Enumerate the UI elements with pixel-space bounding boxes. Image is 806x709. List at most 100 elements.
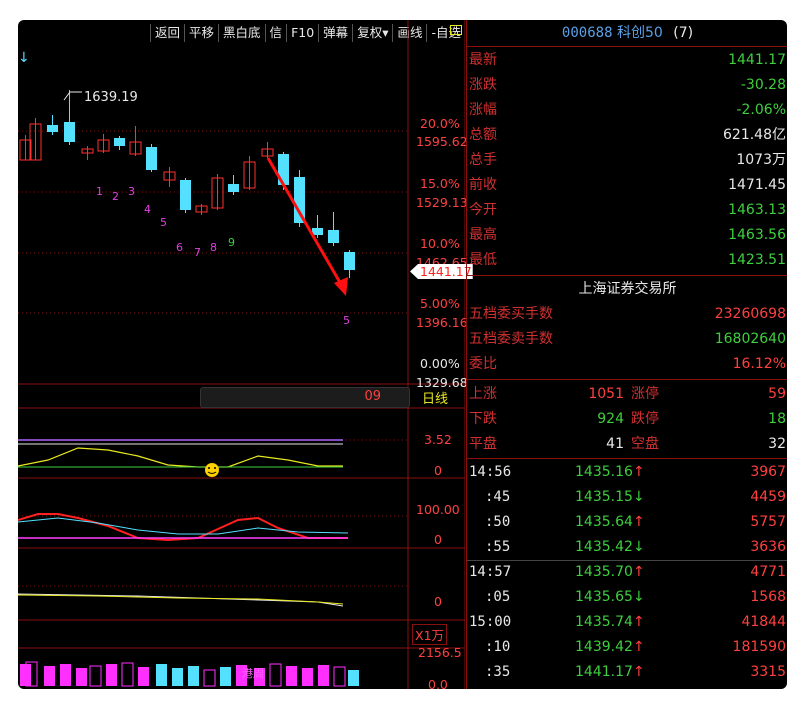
tick-time: 14:57 [469, 564, 512, 580]
tick-direction: ↑ [633, 514, 645, 530]
breadth-row[interactable]: 平盘 41 空盘 32 [467, 432, 787, 456]
quote-value: 1463.56 [728, 227, 786, 243]
count-label: 7 [194, 246, 201, 259]
book-row[interactable]: 五档委买手数 23260698 [467, 302, 787, 326]
period-label[interactable]: 日线 [422, 388, 448, 407]
volume-bar [318, 665, 329, 686]
tick-direction: ↓ [633, 539, 645, 555]
current-price-tag: 1441.17 [410, 264, 473, 279]
breadth-label: 涨停 [631, 386, 659, 402]
volume-bar [348, 670, 359, 686]
book-value: 23260698 [714, 306, 786, 322]
quote-value: -30.28 [740, 77, 786, 93]
quote-row[interactable]: 最低 1423.51 [467, 248, 787, 272]
quote-label: 今开 [469, 202, 497, 218]
breadth-row[interactable]: 上涨 1051 涨停 59 [467, 382, 787, 406]
volume-bar [44, 666, 55, 686]
breadth-value: 59 [768, 386, 786, 402]
candle-body [47, 125, 58, 132]
pct-label: 15.0% [420, 176, 460, 191]
pct-label: 5.00% [420, 296, 460, 311]
volume-label: 0.0 [428, 677, 448, 689]
tick-volume: 4459 [750, 489, 786, 505]
count-label: 5 [160, 216, 167, 229]
indicator-line [18, 447, 343, 468]
breadth-value: 18 [768, 411, 786, 427]
tick-volume: 1568 [750, 589, 786, 605]
breadth-label: 上涨 [469, 386, 497, 402]
tick-time: 15:00 [469, 614, 512, 630]
book-value: 16.12% [732, 356, 786, 372]
tick-price: 1435.15 [575, 489, 633, 505]
quote-row[interactable]: 最新 1441.17 [467, 48, 787, 72]
tick-row[interactable]: :35 1441.17 ↑ 3315 [467, 660, 787, 684]
volume-bar [60, 664, 71, 686]
quote-row[interactable]: 前收 1471.45 [467, 173, 787, 197]
candle-body [146, 147, 157, 170]
indicator2-label: 0 [434, 532, 442, 547]
book-label: 五档委买手数 [469, 306, 553, 322]
tick-price: 1439.42 [575, 639, 633, 655]
tick-direction: ↑ [633, 614, 645, 630]
count-label: 2 [112, 190, 119, 203]
count-label: 3 [128, 185, 135, 198]
chart-area[interactable]: 返回 平移 黑白底信 F10 弹幕 复权▾ 画线 -自选 ↓ 20.0% 15.0% 10.0% 5… [18, 20, 473, 689]
tick-row[interactable]: 14:56 1435.16 ↑ 3967 [467, 460, 787, 484]
quote-label: 最高 [469, 227, 497, 243]
quote-value: 1463.13 [728, 202, 786, 218]
tick-row[interactable]: :10 1439.42 ↑ 181590 [467, 635, 787, 659]
quote-row[interactable]: 涨跌 -30.28 [467, 73, 787, 97]
tick-volume: 3315 [750, 664, 786, 680]
candle-body [312, 228, 323, 235]
stock-name: 科创50 [616, 25, 663, 41]
smiley-icon-eye [208, 467, 210, 469]
book-label: 委比 [469, 356, 497, 372]
book-row[interactable]: 五档委卖手数 16802640 [467, 327, 787, 351]
quote-value: 621.48亿 [723, 127, 786, 143]
quote-row[interactable]: 最高 1463.56 [467, 223, 787, 247]
tick-row[interactable]: :45 1435.15 ↓ 4459 [467, 485, 787, 509]
quote-label: 涨幅 [469, 102, 497, 118]
quote-row[interactable]: 总额 621.48亿 [467, 123, 787, 147]
quote-label: 总手 [469, 152, 497, 168]
tick-row[interactable]: 15:00 1435.74 ↑ 41844 [467, 610, 787, 634]
indicator1-label: 0 [434, 463, 442, 478]
tick-row[interactable]: :05 1435.65 ↓ 1568 [467, 585, 787, 609]
breadth-value: 1051 [588, 386, 624, 402]
volume-bar [106, 664, 117, 686]
quote-label: 最低 [469, 252, 497, 268]
pct-label: 20.0% [420, 116, 460, 131]
volume-bar [333, 666, 346, 687]
pct-label: 0.00% [420, 356, 460, 371]
volume-bar [188, 666, 199, 686]
count-label: 5 [343, 314, 350, 327]
exchange-name: 上海证券交易所 [578, 281, 677, 297]
tick-direction: ↑ [633, 639, 645, 655]
quote-row[interactable]: 涨幅 -2.06% [467, 98, 787, 122]
quote-value: 1441.17 [728, 52, 786, 68]
quote-row[interactable]: 今开 1463.13 [467, 198, 787, 222]
quote-row[interactable]: 总手 1073万 [467, 148, 787, 172]
tick-price: 1435.65 [575, 589, 633, 605]
breadth-row[interactable]: 下跌 924 跌停 18 [467, 407, 787, 431]
stock-code: 000688 [561, 25, 613, 41]
tick-price: 1441.17 [575, 664, 633, 680]
period-bar[interactable]: 09 [200, 387, 410, 408]
volume-unit: X1万 [412, 624, 448, 645]
volume-bar [286, 666, 297, 686]
volume-bar [121, 662, 134, 687]
breadth-value: 924 [597, 411, 624, 427]
quote-title: 000688 科创50 (7) [467, 20, 787, 46]
tick-volume: 41844 [741, 614, 786, 630]
candle-body [228, 184, 239, 192]
stock-terminal-window: 返回 平移 黑白底信 F10 弹幕 复权▾ 画线 -自选 ↓ 20.0% 15.0% 10.0% 5… [18, 20, 787, 689]
book-row[interactable]: 委比 16.12% [467, 352, 787, 376]
candle-body [64, 122, 75, 142]
separator [467, 275, 787, 276]
count-label: 9 [228, 236, 235, 249]
tick-row[interactable]: :55 1435.42 ↓ 3636 [467, 535, 787, 559]
tick-row[interactable]: 14:57 1435.70 ↑ 4771 [467, 560, 787, 584]
price-label: 1529.13 [416, 195, 468, 210]
smiley-icon [205, 463, 219, 477]
tick-row[interactable]: :50 1435.64 ↑ 5757 [467, 510, 787, 534]
